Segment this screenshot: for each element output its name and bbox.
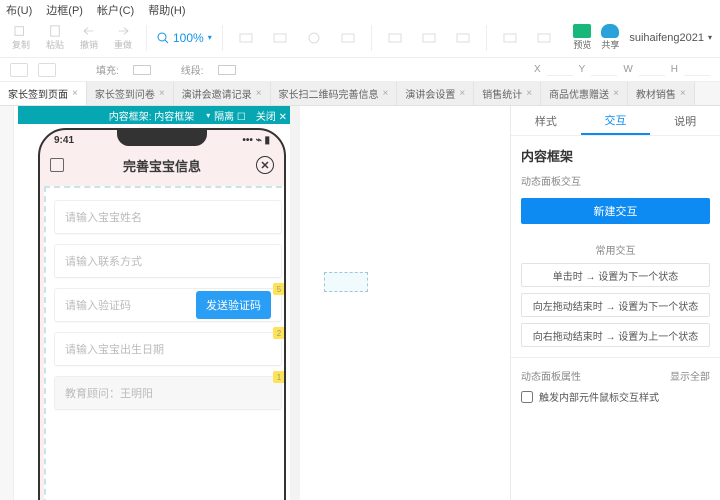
content-frame[interactable]: 请输入宝宝姓名 请输入联系方式 请输入验证码 发送验证码 5 请输入宝宝出生日期…	[44, 186, 286, 500]
fill-swatch[interactable]	[133, 65, 151, 75]
preset-button[interactable]: 单击时 → 设置为下一个状态	[521, 263, 710, 287]
user-menu[interactable]: suihaifeng2021▾	[629, 32, 712, 44]
notch	[117, 130, 207, 146]
style-chip[interactable]	[10, 63, 28, 77]
close-icon[interactable]: ×	[72, 88, 78, 99]
note-badge[interactable]: 2	[273, 327, 285, 339]
close-button[interactable]: ✕	[256, 156, 274, 174]
note-badge[interactable]: 1	[273, 371, 285, 383]
tab-style[interactable]: 样式	[511, 106, 581, 135]
page-tab[interactable]: 演讲会设置×	[397, 82, 474, 105]
show-all-link[interactable]: 显示全部	[670, 368, 710, 383]
line-swatch[interactable]	[218, 65, 236, 75]
placeholder-widget[interactable]	[324, 272, 368, 292]
tool-button[interactable]	[450, 25, 476, 51]
tab-interaction[interactable]: 交互	[581, 106, 651, 135]
line-label: 线段:	[181, 62, 204, 77]
phone-header: 完善宝宝信息 ✕	[40, 150, 284, 180]
code-field[interactable]: 请输入验证码 发送验证码 5	[54, 288, 282, 322]
common-label: 常用交互	[521, 242, 710, 257]
page-tab[interactable]: 教材销售×	[628, 82, 695, 105]
preview-button[interactable]: 预览	[573, 24, 591, 51]
menu-bar: 布(U) 边框(P) 帐户(C) 帮助(H)	[0, 0, 720, 18]
tool-button[interactable]	[267, 25, 293, 51]
birthdate-field[interactable]: 请输入宝宝出生日期 2	[54, 332, 282, 366]
fill-label: 填充:	[96, 62, 119, 77]
section-label: 动态面板交互	[521, 173, 710, 188]
advisor-field[interactable]: 教育顾问：王明阳 1	[54, 376, 282, 410]
property-bar: 填充: 线段: X Y W H	[0, 58, 720, 82]
close-selection[interactable]: 关闭 ✕	[256, 108, 287, 123]
section-label: 动态面板属性	[521, 368, 581, 383]
preset-button[interactable]: 向左拖动结束时 → 设置为下一个状态	[521, 293, 710, 317]
search-icon	[157, 32, 169, 44]
tool-button[interactable]	[382, 25, 408, 51]
play-icon	[573, 24, 591, 38]
toolbar: 复制 粘贴 撤销 重做 100%▾ 预览 共享 suihaifeng2021▾	[0, 18, 720, 58]
note-badge[interactable]: 5	[273, 283, 285, 295]
preset-button[interactable]: 向右拖动结束时 → 设置为上一个状态	[521, 323, 710, 347]
send-code-button[interactable]: 发送验证码	[196, 291, 271, 319]
menu-item[interactable]: 帮助(H)	[148, 2, 185, 16]
menu-item[interactable]: 帐户(C)	[97, 2, 134, 16]
tab-notes[interactable]: 说明	[650, 106, 720, 135]
page-tab[interactable]: 销售统计×	[474, 82, 541, 105]
phone-field[interactable]: 请输入联系方式	[54, 244, 282, 278]
h-input[interactable]	[684, 64, 710, 76]
isolate-button[interactable]: 隔离 ☐	[214, 108, 246, 123]
page-tab[interactable]: 演讲会邀请记录×	[174, 82, 271, 105]
back-button[interactable]	[50, 158, 64, 172]
x-input[interactable]	[547, 64, 573, 76]
name-field[interactable]: 请输入宝宝姓名	[54, 200, 282, 234]
tool-button[interactable]	[301, 25, 327, 51]
phone-mockup: 9:41 ••• ⌁ ▮ 完善宝宝信息 ✕ 请输入宝宝姓名 请输入联系方式 请输…	[38, 128, 286, 500]
undo-button[interactable]: 撤销	[76, 25, 102, 51]
new-interaction-button[interactable]: 新建交互	[521, 198, 710, 224]
cloud-icon	[601, 24, 619, 38]
menu-item[interactable]: 布(U)	[6, 2, 32, 16]
page-tab[interactable]: 家长扫二维码完善信息×	[271, 82, 398, 105]
tool-button[interactable]	[416, 25, 442, 51]
canvas[interactable]: 内容框架: 内容框架▾ 隔离 ☐ 关闭 ✕ 9:41 ••• ⌁ ▮ 完善宝宝信…	[14, 106, 510, 500]
selection-title: 内容框架	[521, 146, 710, 165]
paste-button[interactable]: 粘贴	[42, 25, 68, 51]
selection-bar: 内容框架: 内容框架▾ 隔离 ☐ 关闭 ✕	[18, 106, 295, 124]
hover-style-checkbox[interactable]: 触发内部元件鼠标交互样式	[521, 389, 710, 404]
tool-button[interactable]	[335, 25, 361, 51]
y-input[interactable]	[591, 64, 617, 76]
redo-button[interactable]: 重做	[110, 25, 136, 51]
page-tab[interactable]: 家长签到问卷×	[87, 82, 174, 105]
zoom-control[interactable]: 100%▾	[157, 31, 212, 45]
tool-button[interactable]	[233, 25, 259, 51]
share-button[interactable]: 共享	[601, 24, 619, 51]
w-input[interactable]	[639, 64, 665, 76]
inspector-panel: 样式 交互 说明 内容框架 动态面板交互 新建交互 常用交互 单击时 → 设置为…	[510, 106, 720, 500]
page-tab[interactable]: 商品优惠赠送×	[541, 82, 628, 105]
style-chip[interactable]	[38, 63, 56, 77]
tool-button[interactable]	[497, 25, 523, 51]
left-rail	[0, 106, 14, 500]
copy-button[interactable]: 复制	[8, 25, 34, 51]
tool-button[interactable]	[531, 25, 557, 51]
page-title: 完善宝宝信息	[123, 156, 201, 175]
page-tab[interactable]: 家长签到页面×	[0, 82, 87, 105]
signal-icon: ••• ⌁ ▮	[242, 135, 270, 146]
scrollbar[interactable]	[290, 106, 300, 500]
menu-item[interactable]: 边框(P)	[46, 2, 83, 16]
page-tabs: 家长签到页面× 家长签到问卷× 演讲会邀请记录× 家长扫二维码完善信息× 演讲会…	[0, 82, 720, 106]
